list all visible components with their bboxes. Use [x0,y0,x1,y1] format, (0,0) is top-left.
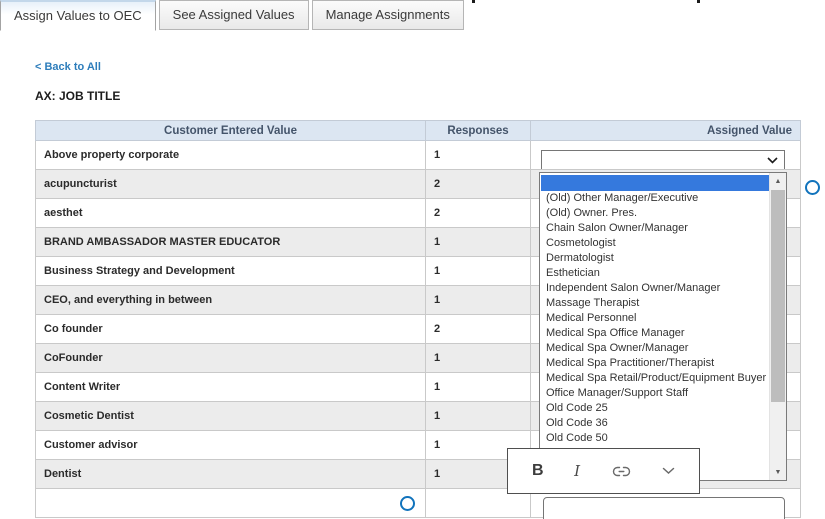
dropdown-option[interactable]: Dermatologist [540,251,769,266]
dropdown-option[interactable]: Independent Salon Owner/Manager [540,281,769,296]
responses-cell: 1 [426,228,531,257]
responses-cell: 1 [426,257,531,286]
scroll-up-button[interactable]: ▲ [770,173,786,189]
dropdown-option[interactable]: Old Code 36 [540,416,769,431]
italic-button[interactable]: I [574,462,580,480]
assigned-value-select[interactable] [541,150,785,170]
assigned-value-cell [531,141,801,170]
scroll-down-button[interactable]: ▼ [770,464,786,480]
responses-cell: 1 [426,286,531,315]
dropdown-option[interactable]: Old Code 25 [540,401,769,416]
responses-cell: 1 [426,402,531,431]
table-row: Above property corporate1 [36,141,801,170]
responses-cell: 1 [426,344,531,373]
column-header-responses: Responses [426,121,531,141]
dropdown-option[interactable]: Medical Spa Practitioner/Therapist [540,356,769,371]
text-fragment [697,0,700,3]
chevron-down-icon[interactable] [662,467,675,475]
responses-cell: 2 [426,315,531,344]
customer-entered-value-cell: BRAND AMBASSADOR MASTER EDUCATOR [36,228,426,257]
page-title: AX: JOB TITLE [35,89,120,103]
dropdown-option[interactable]: (Old) Owner. Pres. [540,206,769,221]
scrollbar-thumb[interactable] [771,190,785,402]
tab-manage-assignments[interactable]: Manage Assignments [312,0,464,30]
tab-bar: Assign Values to OECSee Assigned ValuesM… [0,0,464,31]
dropdown-option[interactable] [541,175,769,191]
text-fragment [472,0,475,3]
dropdown-option[interactable]: Medical Spa Owner/Manager [540,341,769,356]
dropdown-option[interactable]: (Old) Other Manager/Executive [540,191,769,206]
dropdown-option[interactable]: Office Manager/Support Staff [540,386,769,401]
select-chevron-down-icon [767,157,778,164]
customer-entered-value-cell: aesthet [36,199,426,228]
responses-cell: 2 [426,170,531,199]
dropdown-options: (Old) Other Manager/Executive(Old) Owner… [540,173,769,480]
customer-entered-value-cell: Dentist [36,460,426,489]
dropdown-option[interactable]: Medical Spa Office Manager [540,326,769,341]
column-header-customer-entered-value: Customer Entered Value [36,121,426,141]
back-to-all-link[interactable]: < Back to All [35,61,101,73]
customer-entered-value-cell: Customer advisor [36,431,426,460]
tab-see-assigned-values[interactable]: See Assigned Values [159,0,309,30]
tab-assign-values-to-oec[interactable]: Assign Values to OEC [0,0,156,31]
dropdown-option[interactable]: Esthetician [540,266,769,281]
assigned-value-dropdown-list: (Old) Other Manager/Executive(Old) Owner… [539,172,787,481]
customer-entered-value-cell: Above property corporate [36,141,426,170]
table-header-row: Customer Entered Value Responses Assigne… [36,121,801,141]
customer-entered-value-cell: Business Strategy and Development [36,257,426,286]
dropdown-option[interactable]: Massage Therapist [540,296,769,311]
customer-entered-value-cell: Cosmetic Dentist [36,402,426,431]
responses-cell: 2 [426,199,531,228]
customer-entered-value-cell: acupuncturist [36,170,426,199]
text-editor-toolbar: B I [507,448,700,494]
assign-values-screen: Assign Values to OECSee Assigned ValuesM… [0,0,825,519]
dropdown-option[interactable]: Chain Salon Owner/Manager [540,221,769,236]
empty-cell [36,489,426,518]
annotation-circle-right [805,180,820,195]
responses-cell: 1 [426,373,531,402]
comment-input[interactable] [543,497,785,519]
customer-entered-value-cell: CoFounder [36,344,426,373]
dropdown-option[interactable]: Medical Spa Retail/Product/Equipment Buy… [540,371,769,386]
customer-entered-value-cell: CEO, and everything in between [36,286,426,315]
column-header-assigned-value: Assigned Value [531,121,801,141]
link-icon[interactable] [611,465,632,478]
responses-cell: 1 [426,141,531,170]
dropdown-option[interactable]: Cosmetologist [540,236,769,251]
dropdown-option[interactable]: Medical Personnel [540,311,769,326]
customer-entered-value-cell: Content Writer [36,373,426,402]
dropdown-option[interactable]: Old Code 50 [540,431,769,446]
dropdown-scrollbar[interactable]: ▲ ▼ [769,173,786,480]
annotation-circle-bottom [400,496,415,511]
customer-entered-value-cell: Co founder [36,315,426,344]
bold-button[interactable]: B [532,462,544,480]
